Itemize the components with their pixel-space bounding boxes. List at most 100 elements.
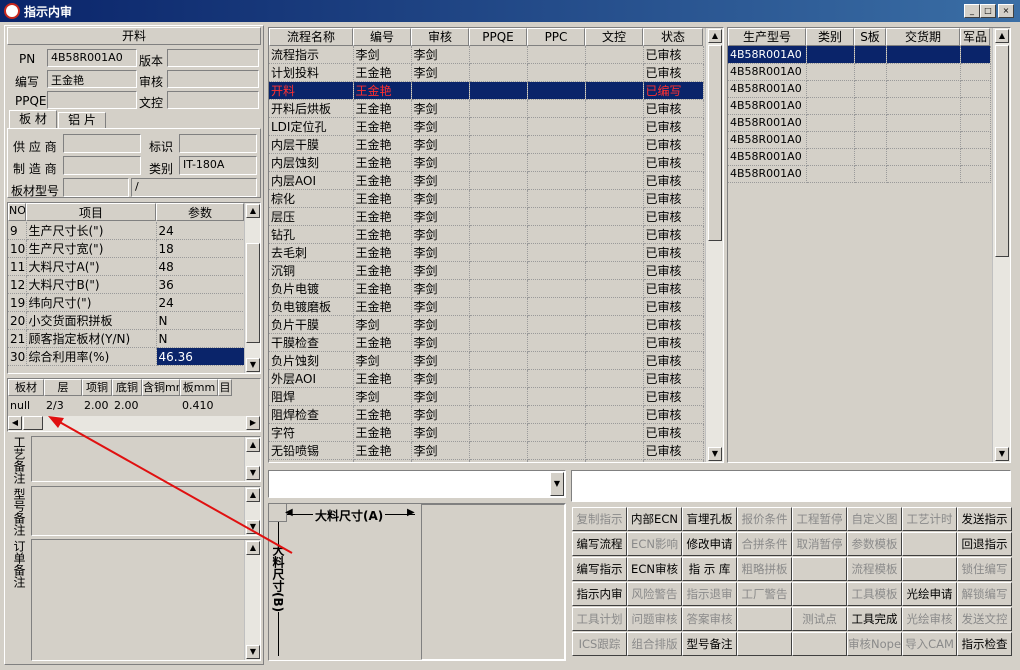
model-note-field[interactable]: ▲ ▼ <box>31 486 261 536</box>
material-header[interactable]: 层 <box>44 379 82 396</box>
process-row[interactable]: 去毛刺 王金艳 李剑 已审核 <box>269 243 704 262</box>
process-header[interactable]: 流程名称 <box>269 28 353 46</box>
action-button[interactable]: 指示检查 <box>957 632 1012 656</box>
scroll-right-icon[interactable]: ▶ <box>246 416 260 430</box>
production-row[interactable]: 4B58R001A0 <box>728 80 991 98</box>
production-row[interactable]: 4B58R001A0 <box>728 131 991 149</box>
process-row[interactable]: 计划投料 王金艳 李剑 已审核 <box>269 63 704 82</box>
process-row[interactable]: 沉铜 王金艳 李剑 已审核 <box>269 261 704 280</box>
chevron-down-icon[interactable]: ▼ <box>550 472 564 496</box>
process-header[interactable]: 状态 <box>643 28 703 46</box>
ppqe-field[interactable] <box>47 91 137 109</box>
review-field[interactable] <box>167 70 259 88</box>
process-header[interactable]: PPQE <box>469 28 527 46</box>
scroll-down-icon[interactable]: ▼ <box>708 447 722 461</box>
action-button[interactable]: 解锁编写 <box>957 582 1012 606</box>
material-header[interactable]: 含铜mm <box>142 379 180 396</box>
production-table[interactable]: 生产型号 类别 S板 交货期 军品 4B58R001A0 4B58R001A0 4B58R0… <box>727 27 1011 463</box>
action-button[interactable]: 审核Nope <box>847 632 902 656</box>
process-row[interactable]: 内层干膜 王金艳 李剑 已审核 <box>269 135 704 154</box>
params-row[interactable]: 11 大料尺寸A(") 48 <box>8 257 245 276</box>
action-button[interactable]: 发送文控 <box>957 607 1012 631</box>
action-button[interactable]: 指 示 库 <box>682 557 737 581</box>
process-header[interactable]: 审核 <box>411 28 469 46</box>
action-button[interactable] <box>737 632 792 656</box>
process-row[interactable]: 内层蚀刻 王金艳 李剑 已审核 <box>269 153 704 172</box>
params-scrollbar[interactable]: ▲ ▼ <box>244 203 260 373</box>
scroll-up-icon[interactable]: ▲ <box>995 29 1009 43</box>
production-row[interactable]: 4B58R001A0 <box>728 46 991 64</box>
process-row[interactable]: 内层AOI 王金艳 李剑 已审核 <box>269 171 704 190</box>
process-row[interactable]: 负片干膜 李剑 李剑 已审核 <box>269 315 704 334</box>
process-header[interactable]: 文控 <box>585 28 643 46</box>
maker-field[interactable] <box>63 156 141 175</box>
action-button[interactable]: 型号备注 <box>682 632 737 656</box>
action-button[interactable] <box>792 557 847 581</box>
process-row[interactable]: 无铅喷锡 王金艳 李剑 已审核 <box>269 441 704 460</box>
process-note-field[interactable]: ▲ ▼ <box>31 436 261 482</box>
tab-aluminum[interactable]: 铝 片 <box>58 112 106 129</box>
action-button[interactable]: 组合排版 <box>627 632 682 656</box>
supplier-field[interactable] <box>63 134 141 153</box>
editor-field[interactable]: 王金艳 <box>47 70 137 88</box>
process-row[interactable]: 阻焊检查 王金艳 李剑 已审核 <box>269 405 704 424</box>
production-header[interactable]: 军品 <box>960 28 990 46</box>
scroll-up-icon[interactable]: ▲ <box>246 541 260 555</box>
material-header[interactable]: 项铜 <box>82 379 112 396</box>
action-button[interactable]: 工具模板 <box>847 582 902 606</box>
process-row[interactable]: LDI定位孔 王金艳 李剑 已审核 <box>269 117 704 136</box>
action-button[interactable]: 内部ECN <box>627 507 682 531</box>
scroll-down-icon[interactable]: ▼ <box>995 447 1009 461</box>
action-button[interactable]: 流程模板 <box>847 557 902 581</box>
action-button[interactable]: 粗略拼板 <box>737 557 792 581</box>
action-button[interactable]: 光绘审核 <box>902 607 957 631</box>
production-row[interactable]: 4B58R001A0 <box>728 63 991 81</box>
production-header[interactable]: S板 <box>854 28 886 46</box>
material-header[interactable]: 板mm <box>180 379 218 396</box>
scroll-up-icon[interactable]: ▲ <box>246 488 260 502</box>
process-row[interactable]: 流程指示 李剑 李剑 已审核 <box>269 46 704 64</box>
production-row[interactable]: 4B58R001A0 <box>728 148 991 166</box>
app-icon[interactable] <box>4 3 20 19</box>
action-button[interactable]: 修改申请 <box>682 532 737 556</box>
action-button[interactable]: 复制指示 <box>572 507 627 531</box>
scroll-up-icon[interactable]: ▲ <box>708 29 722 43</box>
scroll-down-icon[interactable]: ▼ <box>246 466 260 480</box>
material-header[interactable]: 板材 <box>8 379 44 396</box>
params-row[interactable]: 21 顾客指定板材(Y/N) N <box>8 329 245 348</box>
action-button[interactable]: 指示内审 <box>572 582 627 606</box>
close-button[interactable]: × <box>998 4 1014 18</box>
scroll-thumb[interactable] <box>246 243 260 343</box>
order-note-field[interactable]: ▲ ▼ <box>31 539 261 661</box>
scroll-thumb[interactable] <box>708 45 722 241</box>
process-row[interactable]: 层压 王金艳 李剑 已审核 <box>269 207 704 226</box>
process-row[interactable]: 负片蚀刻 李剑 李剑 已审核 <box>269 351 704 370</box>
action-button[interactable]: 合拼条件 <box>737 532 792 556</box>
action-button[interactable]: 风险警告 <box>627 582 682 606</box>
process-table[interactable]: 流程名称 编号 审核 PPQE PPC 文控 状态 流程指示 李剑 李剑 已审核 计划投料 王金艳 李剑… <box>268 27 724 463</box>
process-row[interactable]: 阻焊 李剑 李剑 已审核 <box>269 387 704 406</box>
process-row[interactable]: 字符 王金艳 李剑 已审核 <box>269 423 704 442</box>
action-button[interactable]: 工程暂停 <box>792 507 847 531</box>
process-row[interactable]: 棕化 王金艳 李剑 已审核 <box>269 189 704 208</box>
action-button[interactable]: 测试点 <box>792 607 847 631</box>
action-button[interactable] <box>792 582 847 606</box>
minimize-button[interactable]: _ <box>964 4 980 18</box>
scroll-down-icon[interactable]: ▼ <box>246 520 260 534</box>
category-field[interactable]: IT-180A <box>179 156 257 175</box>
action-button[interactable]: 指示退审 <box>682 582 737 606</box>
action-button[interactable]: 编写指示 <box>572 557 627 581</box>
action-button[interactable] <box>902 557 957 581</box>
action-button[interactable]: 盲埋孔板 <box>682 507 737 531</box>
note-scrollbar-1[interactable]: ▲ ▼ <box>244 437 260 481</box>
params-header-item[interactable]: 项目 <box>26 203 156 221</box>
process-row[interactable]: 负片电镀 王金艳 李剑 已审核 <box>269 279 704 298</box>
params-header-value[interactable]: 参数 <box>156 203 244 221</box>
note-scrollbar-3[interactable]: ▲ ▼ <box>244 540 260 660</box>
action-button[interactable]: 自定义图 <box>847 507 902 531</box>
action-button[interactable]: 回退指示 <box>957 532 1012 556</box>
action-button[interactable] <box>792 632 847 656</box>
production-row[interactable]: 4B58R001A0 <box>728 114 991 132</box>
action-button[interactable] <box>737 607 792 631</box>
action-button[interactable]: ICS跟踪 <box>572 632 627 656</box>
